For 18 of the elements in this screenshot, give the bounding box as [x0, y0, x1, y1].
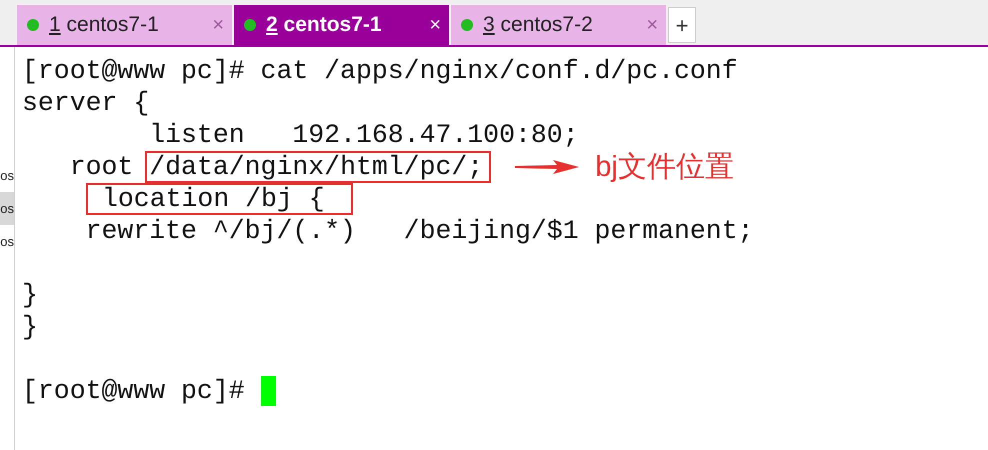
terminal-line: listen 192.168.47.100:80;	[148, 119, 579, 151]
tab[interactable]: 3 centos7-2 ×	[451, 5, 666, 45]
annotation-text: bj文件位置	[595, 151, 734, 183]
terminal-line: rewrite ^/bj/(.*) /beijing/$1 permanent;	[84, 215, 754, 247]
sidebar-item[interactable]: os	[0, 192, 14, 225]
arrow-icon	[515, 160, 580, 174]
tab[interactable]: 1 centos7-1 ×	[17, 5, 232, 45]
terminal-line: }	[22, 311, 38, 343]
terminal-line: [root@www pc]# cat /apps/nginx/conf.d/pc.conf	[22, 55, 738, 87]
terminal-line: }	[22, 279, 38, 311]
highlighted-code: /data/nginx/html/pc/;	[145, 151, 492, 183]
terminal-line: server {	[22, 87, 150, 119]
highlighted-code: location /bj {	[86, 183, 353, 215]
close-icon[interactable]: ×	[429, 10, 441, 40]
new-tab-button[interactable]: +	[668, 7, 696, 43]
tab[interactable]: 2 centos7-1 ×	[234, 5, 449, 45]
terminal-line: root	[68, 151, 134, 183]
terminal-line: [root@www pc]#	[22, 375, 246, 407]
